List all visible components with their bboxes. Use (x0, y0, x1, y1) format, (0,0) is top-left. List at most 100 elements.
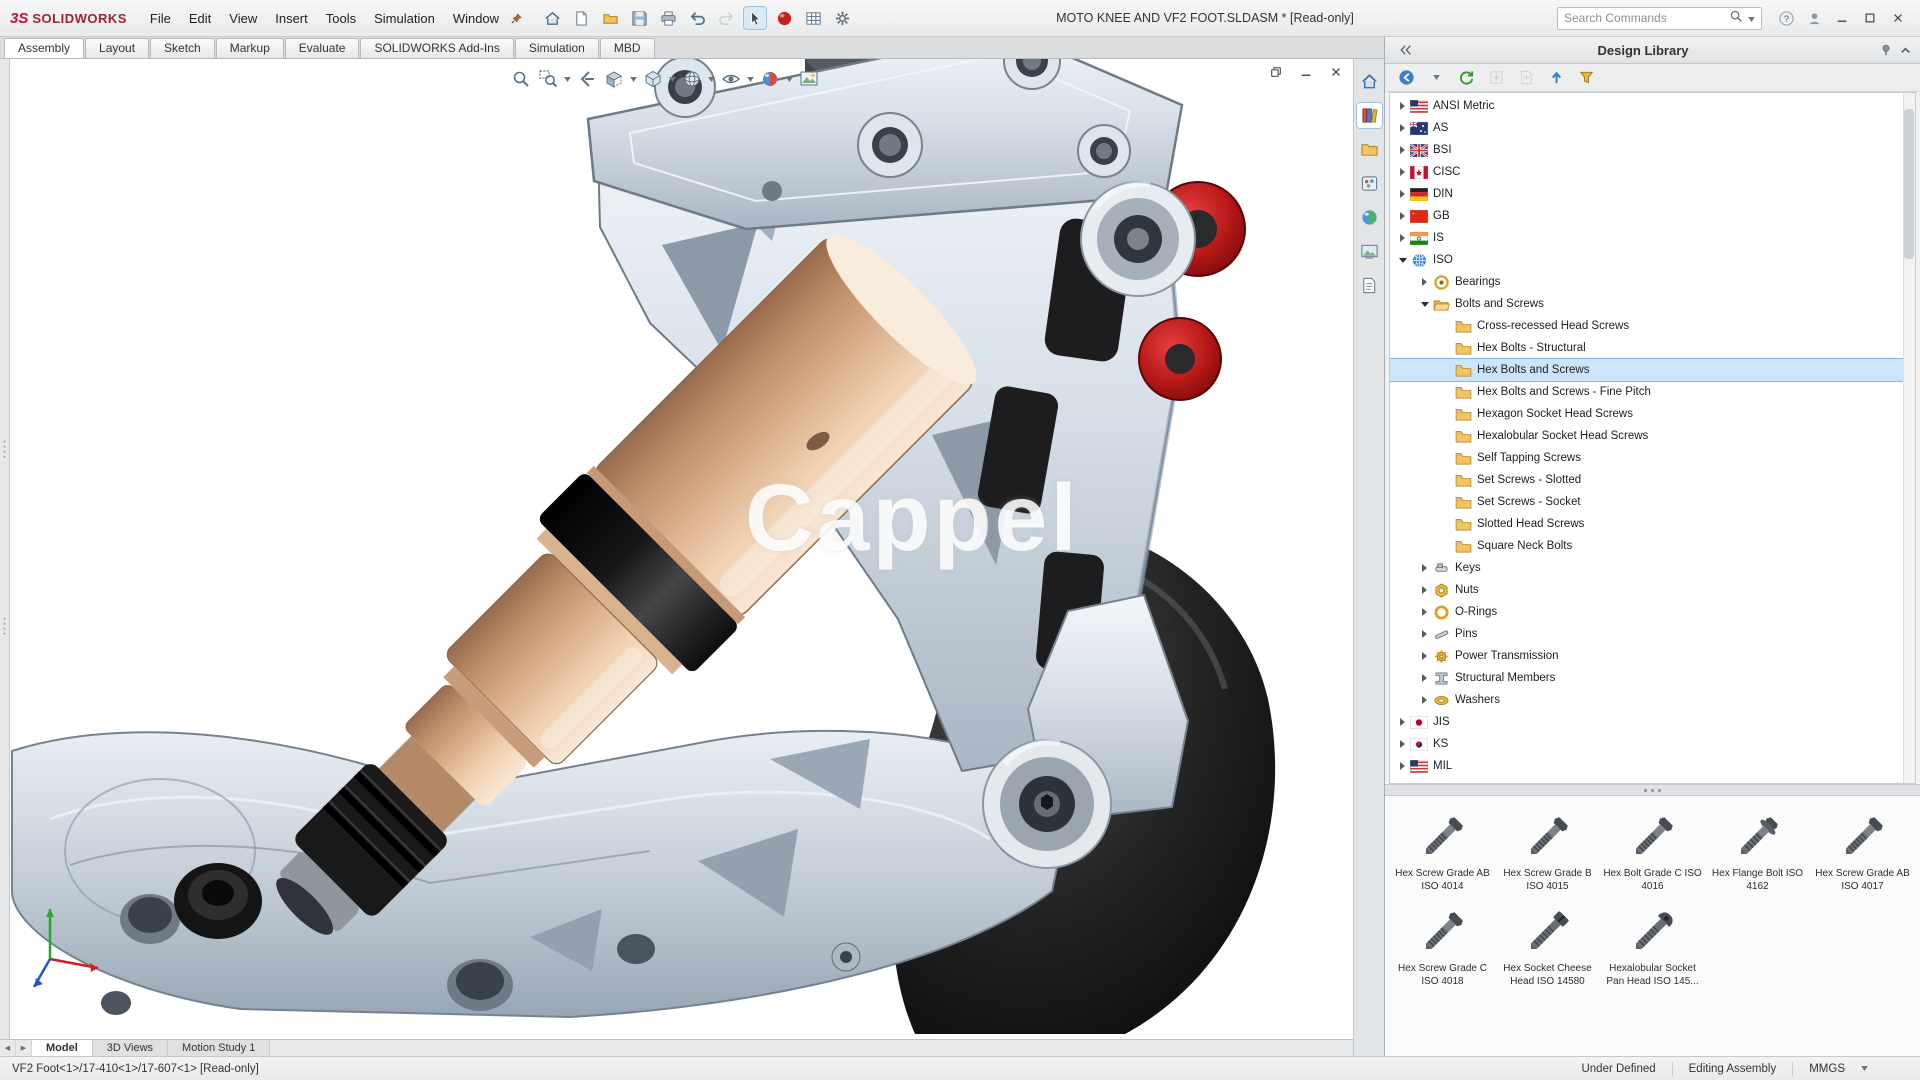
tree-item-is[interactable]: IS (1390, 227, 1903, 249)
restore-document-button[interactable] (1267, 63, 1285, 81)
expand-arrow-icon[interactable] (1418, 630, 1431, 638)
zoom-area-icon[interactable] (536, 67, 560, 91)
expand-arrow-icon[interactable] (1396, 190, 1409, 198)
tree-item-square-neck-bolts[interactable]: Square Neck Bolts (1390, 535, 1903, 557)
search-commands-box[interactable]: Search Commands (1557, 7, 1762, 30)
expand-arrow-icon[interactable] (1418, 564, 1431, 572)
expand-arrow-icon[interactable] (1418, 696, 1431, 704)
taskpane-tab-file-explorer[interactable] (1357, 137, 1382, 162)
menu-simulation[interactable]: Simulation (365, 8, 444, 29)
table-icon[interactable] (802, 7, 824, 29)
expand-arrow-icon[interactable] (1396, 146, 1409, 154)
expand-arrow-icon[interactable] (1396, 718, 1409, 726)
new-icon[interactable] (570, 7, 592, 29)
expand-arrow-icon[interactable] (1396, 212, 1409, 220)
splitter-grip-icon[interactable] (2, 439, 7, 466)
tree-item-nuts[interactable]: Nuts (1390, 579, 1903, 601)
minimize-button[interactable] (1830, 6, 1854, 30)
taskpane-tab-design-library[interactable] (1357, 103, 1382, 128)
tree-item-din[interactable]: DIN (1390, 183, 1903, 205)
menu-window[interactable]: Window (444, 8, 508, 29)
expand-arrow-icon[interactable] (1418, 652, 1431, 660)
zoom-fit-icon[interactable] (509, 67, 533, 91)
menu-edit[interactable]: Edit (180, 8, 220, 29)
save-icon[interactable] (628, 7, 650, 29)
expand-arrow-icon[interactable] (1396, 168, 1409, 176)
taskpane-tab-home[interactable] (1357, 69, 1382, 94)
tree-item-bsi[interactable]: BSI (1390, 139, 1903, 161)
pin-panel-icon[interactable] (1879, 43, 1893, 57)
ribbon-tab-markup[interactable]: Markup (216, 38, 284, 58)
tree-item-iso[interactable]: ISO (1390, 249, 1903, 271)
tree-item-ks[interactable]: KS (1390, 733, 1903, 755)
tree-item-structural-members[interactable]: Structural Members (1390, 667, 1903, 689)
redo-icon[interactable] (715, 7, 737, 29)
feature-manager-collapsed-strip[interactable] (0, 59, 10, 1056)
print-icon[interactable] (657, 7, 679, 29)
search-caret-icon[interactable] (1748, 9, 1755, 27)
taskpane-tab-view-palette[interactable] (1357, 171, 1382, 196)
library-part-hex-bolt-grade-c-iso-4016[interactable]: Hex Bolt Grade C ISO 4016 (1601, 808, 1704, 893)
library-part-hex-flange-bolt-iso-4162[interactable]: Hex Flange Bolt ISO 4162 (1706, 808, 1809, 893)
menu-insert[interactable]: Insert (266, 8, 317, 29)
tree-item-set-screws-slotted[interactable]: Set Screws - Slotted (1390, 469, 1903, 491)
expand-arrow-icon[interactable] (1396, 762, 1409, 770)
tree-item-cross-recessed-head-screws[interactable]: Cross-recessed Head Screws (1390, 315, 1903, 337)
settings-icon[interactable] (831, 7, 853, 29)
menu-file[interactable]: File (141, 8, 180, 29)
ribbon-tab-assembly[interactable]: Assembly (4, 38, 84, 58)
menu-tools[interactable]: Tools (317, 8, 365, 29)
tree-item-gb[interactable]: GB (1390, 205, 1903, 227)
dropdown-caret-icon[interactable] (746, 77, 755, 82)
expand-arrow-icon[interactable] (1418, 586, 1431, 594)
ribbon-tab-evaluate[interactable]: Evaluate (285, 38, 360, 58)
close-button[interactable] (1886, 6, 1910, 30)
display-style-icon[interactable] (680, 67, 704, 91)
tree-scrollbar[interactable] (1903, 93, 1915, 783)
section-icon[interactable] (602, 67, 626, 91)
render-icon[interactable] (773, 7, 795, 29)
library-part-hex-socket-cheese-head-iso-14580[interactable]: Hex Socket Cheese Head ISO 14580 (1496, 903, 1599, 988)
library-part-hex-screw-grade-b-iso-4015[interactable]: Hex Screw Grade B ISO 4015 (1496, 808, 1599, 893)
orientation-icon[interactable] (641, 67, 665, 91)
tree-item-hex-bolts-and-screws[interactable]: Hex Bolts and Screws (1390, 359, 1903, 381)
dropdown-icon[interactable] (1425, 67, 1447, 89)
tree-item-bearings[interactable]: Bearings (1390, 271, 1903, 293)
expand-arrow-icon[interactable] (1396, 740, 1409, 748)
tree-item-slotted-head-screws[interactable]: Slotted Head Screws (1390, 513, 1903, 535)
library-part-hex-screw-grade-c-iso-4018[interactable]: Hex Screw Grade C ISO 4018 (1391, 903, 1494, 988)
taskpane-tab-scenes[interactable] (1357, 239, 1382, 264)
model-tab-model[interactable]: Model (32, 1040, 93, 1056)
tree-item-cisc[interactable]: CISC (1390, 161, 1903, 183)
tree-item-set-screws-socket[interactable]: Set Screws - Socket (1390, 491, 1903, 513)
dropdown-caret-icon[interactable] (668, 77, 677, 82)
refresh-icon[interactable] (1455, 67, 1477, 89)
collapse-panel-icon[interactable] (1399, 44, 1413, 56)
expand-arrow-icon[interactable] (1396, 234, 1409, 242)
expand-arrow-icon[interactable] (1418, 278, 1431, 286)
filter-icon[interactable] (1575, 67, 1597, 89)
model-tab-3d-views[interactable]: 3D Views (93, 1040, 168, 1056)
close-document-button[interactable] (1327, 63, 1345, 81)
scene-icon[interactable] (797, 67, 821, 91)
ribbon-tab-mbd[interactable]: MBD (600, 38, 655, 58)
tree-item-hex-bolts-structural[interactable]: Hex Bolts - Structural (1390, 337, 1903, 359)
expand-arrow-icon[interactable] (1418, 674, 1431, 682)
user-button[interactable] (1802, 6, 1826, 30)
taskpane-tab-appearances[interactable] (1357, 205, 1382, 230)
model-tab-motion-study-1[interactable]: Motion Study 1 (168, 1040, 270, 1056)
expand-arrow-icon[interactable] (1418, 608, 1431, 616)
create-palette-icon[interactable] (1485, 67, 1507, 89)
help-button[interactable]: ? (1774, 6, 1798, 30)
ribbon-tab-simulation[interactable]: Simulation (515, 38, 599, 58)
tree-item-hexagon-socket-head-screws[interactable]: Hexagon Socket Head Screws (1390, 403, 1903, 425)
scrollbar-thumb[interactable] (1904, 109, 1914, 259)
tree-item-as[interactable]: AS (1390, 117, 1903, 139)
add-to-library-icon[interactable] (1515, 67, 1537, 89)
tree-item-hex-bolts-and-screws-fine-pitch[interactable]: Hex Bolts and Screws - Fine Pitch (1390, 381, 1903, 403)
tree-item-o-rings[interactable]: O-Rings (1390, 601, 1903, 623)
expand-arrow-icon[interactable] (1396, 124, 1409, 132)
tree-item-ansi-metric[interactable]: ANSI Metric (1390, 95, 1903, 117)
back-icon[interactable] (1395, 67, 1417, 89)
tree-item-hexalobular-socket-head-screws[interactable]: Hexalobular Socket Head Screws (1390, 425, 1903, 447)
